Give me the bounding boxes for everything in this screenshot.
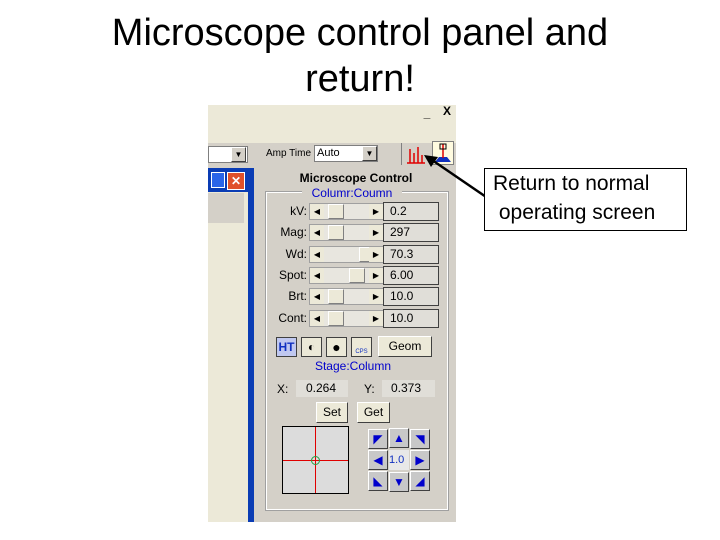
callout-line: operating screen	[493, 201, 656, 224]
callout-line: Return to normal	[493, 172, 650, 195]
callout-arrow	[424, 155, 493, 203]
callout-box: Return to normal operating screen	[484, 168, 687, 231]
